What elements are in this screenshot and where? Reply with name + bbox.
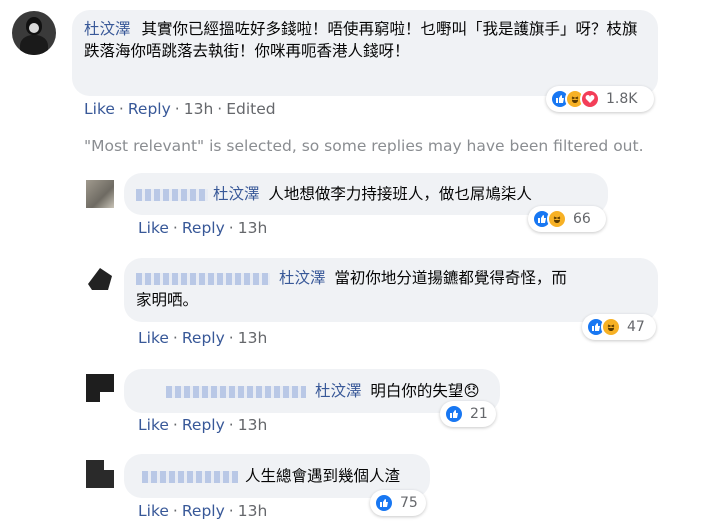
reply-button[interactable]: Reply: [182, 329, 225, 347]
reply-mention[interactable]: 杜汶澤: [315, 382, 362, 400]
main-comment-bubble: 杜汶澤 其實你已經搵咗好多錢啦！唔使再窮啦！乜嘢叫「我是護旗手」呀？枝旗跌落海你…: [72, 10, 658, 96]
reply-button[interactable]: Reply: [182, 502, 225, 520]
reply-text-continued: 家明哂。: [136, 291, 199, 309]
reply-text: 明白你的失望😞: [370, 382, 480, 400]
redacted-name: [136, 188, 208, 201]
reply-avatar[interactable]: [86, 374, 114, 402]
timestamp[interactable]: 13h: [238, 502, 268, 520]
reply-avatar[interactable]: [86, 460, 114, 488]
redacted-name: [142, 470, 238, 483]
reply-actions: Like · Reply · 13h: [138, 329, 268, 347]
like-button[interactable]: Like: [84, 100, 115, 118]
like-button[interactable]: Like: [138, 416, 169, 434]
main-reaction-summary[interactable]: 1.8K: [546, 86, 654, 112]
reply-reaction-summary[interactable]: 66: [528, 206, 606, 232]
love-icon: [580, 89, 600, 109]
reaction-count: 66: [573, 211, 591, 227]
haha-icon: [547, 209, 567, 229]
reply-reaction-summary[interactable]: 75: [370, 490, 426, 516]
reply-avatar[interactable]: [86, 264, 114, 292]
reaction-count: 1.8K: [606, 91, 638, 107]
like-icon: [444, 404, 464, 424]
like-icon: [374, 493, 394, 513]
timestamp[interactable]: 13h: [238, 416, 268, 434]
comment-actions: Like · Reply · 13h · Edited: [84, 100, 276, 118]
like-button[interactable]: Like: [138, 329, 169, 347]
redacted-name: [136, 272, 270, 285]
comment-author[interactable]: 杜汶澤: [84, 20, 131, 38]
reply-reaction-summary[interactable]: 21: [440, 401, 496, 427]
reply-reaction-summary[interactable]: 47: [582, 314, 656, 340]
edited-label[interactable]: Edited: [226, 100, 275, 118]
reply-mention[interactable]: 杜汶澤: [213, 185, 260, 203]
like-button[interactable]: Like: [138, 502, 169, 520]
reply-actions: Like · Reply · 13h: [138, 416, 268, 434]
reply-button[interactable]: Reply: [128, 100, 171, 118]
filter-notice: "Most relevant" is selected, so some rep…: [84, 137, 644, 155]
reaction-count: 75: [400, 495, 418, 511]
reply-text: 人生總會遇到幾個人渣: [244, 467, 400, 485]
haha-icon: [601, 317, 621, 337]
reply-text: 當初你地分道揚鑣都覺得奇怪，而: [334, 269, 567, 287]
reaction-count: 21: [470, 406, 488, 422]
reply-mention[interactable]: 杜汶澤: [279, 269, 326, 287]
reply-actions: Like · Reply · 13h: [138, 219, 268, 237]
commenter-avatar[interactable]: [12, 11, 56, 55]
reply-avatar[interactable]: [86, 180, 114, 208]
redacted-name: [166, 385, 306, 398]
reply-button[interactable]: Reply: [182, 416, 225, 434]
reply-actions: Like · Reply · 13h: [138, 502, 268, 520]
reaction-count: 47: [627, 319, 645, 335]
comment-text: 其實你已經搵咗好多錢啦！唔使再窮啦！乜嘢叫「我是護旗手」呀？枝旗跌落海你唔跳落去…: [84, 20, 638, 60]
reply-text: 人地想做李力持接班人，做乜屌鳩柒人: [268, 185, 532, 203]
reply-bubble: 杜汶澤 當初你地分道揚鑣都覺得奇怪，而 家明哂。: [124, 258, 658, 322]
reply-button[interactable]: Reply: [182, 219, 225, 237]
timestamp[interactable]: 13h: [184, 100, 214, 118]
timestamp[interactable]: 13h: [238, 219, 268, 237]
like-button[interactable]: Like: [138, 219, 169, 237]
timestamp[interactable]: 13h: [238, 329, 268, 347]
